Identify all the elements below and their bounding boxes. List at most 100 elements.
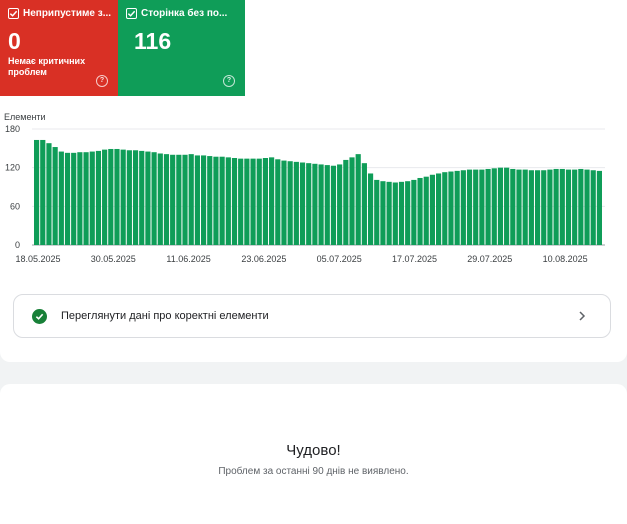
chart-bar[interactable]	[231, 158, 238, 245]
chart-bar[interactable]	[139, 150, 145, 245]
chart-bar[interactable]	[596, 170, 602, 245]
chart-bar[interactable]	[590, 170, 596, 245]
chart-bar[interactable]	[386, 181, 392, 245]
tile-count: 0	[8, 28, 21, 54]
chart-bar[interactable]	[250, 158, 256, 245]
chart-bar[interactable]	[34, 139, 40, 245]
chart-bar[interactable]	[219, 156, 225, 245]
chart-bar[interactable]	[108, 148, 114, 245]
chart-bar[interactable]	[398, 181, 405, 245]
chart-bar[interactable]	[58, 151, 64, 245]
chart-bar[interactable]	[299, 162, 306, 245]
chart-bar[interactable]	[485, 168, 491, 245]
chart-bar[interactable]	[114, 148, 120, 245]
chart-bar[interactable]	[559, 168, 565, 245]
chart-bar[interactable]	[176, 154, 182, 245]
chart-bar[interactable]	[207, 156, 213, 245]
chart-bar[interactable]	[244, 158, 250, 245]
help-icon[interactable]: ?	[223, 75, 235, 87]
chart-bar[interactable]	[256, 158, 262, 245]
chart-bar[interactable]	[349, 157, 355, 245]
chart-bar[interactable]	[547, 169, 553, 245]
checkbox-icon[interactable]	[126, 8, 137, 19]
chart-bar[interactable]	[145, 151, 151, 245]
chart-bar[interactable]	[528, 170, 534, 245]
chart-bar[interactable]	[126, 150, 132, 245]
chart-bar[interactable]	[429, 174, 436, 245]
chart-bar[interactable]	[281, 160, 287, 245]
chart-bar[interactable]	[392, 182, 398, 245]
chart-bar[interactable]	[200, 155, 207, 245]
chart-bar[interactable]	[46, 143, 52, 245]
chart-bar[interactable]	[405, 181, 411, 245]
chart-bar[interactable]	[163, 154, 170, 245]
chart-bar[interactable]	[510, 168, 516, 245]
chart-bar[interactable]	[262, 158, 269, 245]
chart-bar[interactable]	[275, 159, 281, 245]
chart-bar[interactable]	[448, 171, 454, 245]
chart-bar[interactable]	[182, 154, 188, 245]
chart-bar[interactable]	[269, 157, 275, 245]
chart-bar[interactable]	[151, 152, 157, 245]
chart-bar[interactable]	[102, 149, 108, 245]
chart-bar[interactable]	[355, 154, 361, 245]
chart-bar[interactable]	[417, 177, 423, 245]
chart-bar[interactable]	[157, 153, 163, 245]
chart-bar[interactable]	[380, 181, 386, 245]
chart-bar[interactable]	[460, 170, 466, 245]
chart-bar[interactable]	[522, 169, 528, 245]
invalid-items-tile[interactable]: Неприпустиме з... 0 Немає критичних проб…	[0, 0, 118, 96]
chart-bar[interactable]	[89, 151, 95, 245]
chart-bar[interactable]	[330, 165, 337, 245]
chart-bar[interactable]	[479, 169, 485, 245]
chart-bar[interactable]	[473, 169, 479, 245]
chart-bar[interactable]	[293, 161, 299, 245]
chart-bar[interactable]	[64, 152, 71, 245]
chart-bar[interactable]	[454, 170, 460, 245]
chart-bar[interactable]	[213, 156, 219, 245]
chart-bar[interactable]	[83, 152, 89, 245]
chart-bar[interactable]	[77, 152, 83, 245]
chart-bar[interactable]	[52, 147, 58, 245]
chart-bar[interactable]	[572, 169, 578, 245]
chart-bar[interactable]	[188, 154, 194, 245]
chart-bar[interactable]	[504, 167, 510, 245]
chart-bar[interactable]	[71, 152, 77, 245]
chart-bar[interactable]	[306, 163, 312, 245]
help-icon[interactable]: ?	[96, 75, 108, 87]
chart-bar[interactable]	[466, 169, 473, 245]
chart-bar[interactable]	[120, 149, 126, 245]
chart-bar[interactable]	[343, 159, 349, 245]
chart-bar[interactable]	[491, 168, 497, 245]
chart-bar[interactable]	[442, 172, 448, 245]
chart-bar[interactable]	[95, 150, 102, 245]
chart-bar[interactable]	[40, 139, 46, 245]
chart-bar[interactable]	[287, 161, 293, 245]
chart-bar[interactable]	[170, 154, 176, 245]
chart-bar[interactable]	[367, 173, 374, 245]
chart-bar[interactable]	[318, 164, 324, 245]
chart-bar[interactable]	[194, 155, 200, 245]
chart-bar[interactable]	[516, 169, 522, 245]
chart-bar[interactable]	[312, 163, 318, 245]
chart-bar[interactable]	[324, 165, 330, 245]
chart-bar[interactable]	[374, 179, 380, 245]
chart-bar[interactable]	[238, 158, 244, 245]
valid-items-tile[interactable]: Сторінка без по... 116 ?	[118, 0, 245, 96]
chart-bar[interactable]	[132, 150, 139, 245]
chart-bar[interactable]	[436, 173, 442, 245]
chart-bar[interactable]	[578, 168, 584, 245]
view-correct-items-link[interactable]: Переглянути дані про коректні елементи	[13, 294, 611, 338]
chart-bar[interactable]	[497, 167, 504, 245]
chart-bar[interactable]	[541, 170, 547, 245]
chart-bar[interactable]	[225, 157, 231, 245]
chart-bar[interactable]	[423, 176, 429, 245]
chart-bar[interactable]	[361, 163, 367, 245]
chart-bar[interactable]	[584, 169, 590, 245]
chart-bar[interactable]	[565, 169, 572, 245]
chart-bar[interactable]	[534, 170, 541, 245]
checkbox-icon[interactable]	[8, 8, 19, 19]
chart-bar[interactable]	[411, 179, 417, 245]
chart-bar[interactable]	[553, 168, 559, 245]
chart-bar[interactable]	[337, 164, 343, 245]
